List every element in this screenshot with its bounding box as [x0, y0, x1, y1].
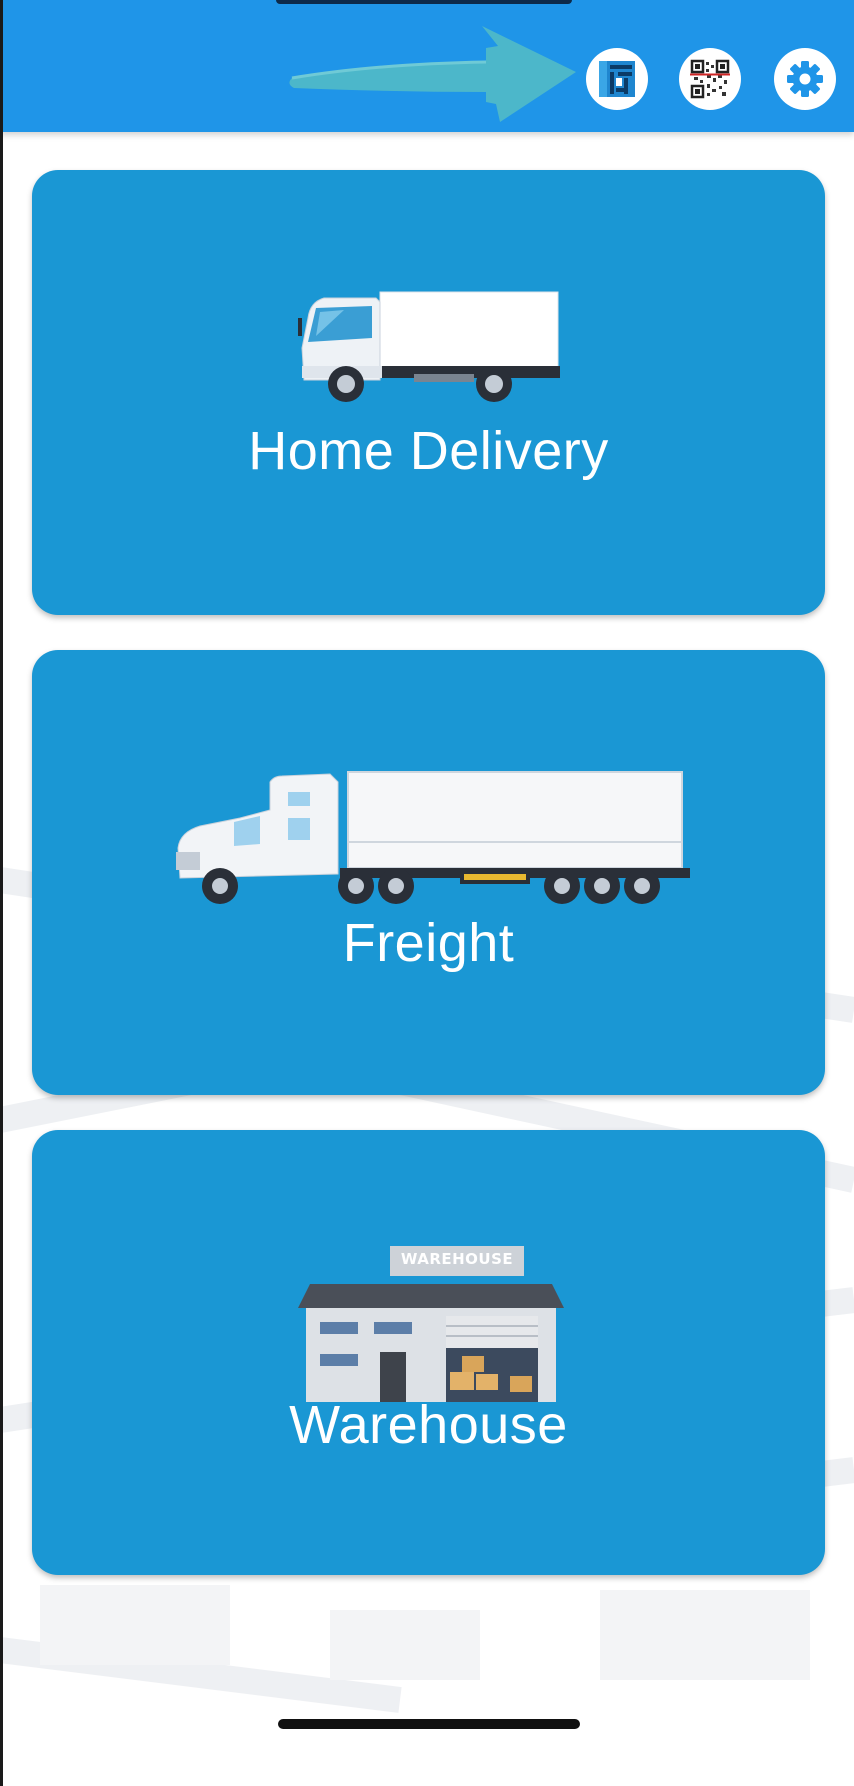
warehouse-icon: WAREHOUSE	[296, 1244, 566, 1404]
home-indicator	[278, 1719, 580, 1729]
warehouse-sign: WAREHOUSE	[400, 1250, 514, 1268]
layout-grid-icon	[599, 61, 635, 97]
box-truck-icon	[298, 291, 560, 402]
window-edge	[0, 0, 3, 1786]
warehouse-card[interactable]: WAREHOUSE Warehouse	[32, 1130, 825, 1575]
warehouse-label: Warehouse	[289, 1395, 568, 1455]
home-delivery-label: Home Delivery	[248, 421, 609, 481]
freight-label: Freight	[342, 913, 515, 973]
settings-button[interactable]	[774, 48, 836, 110]
device-notch	[276, 0, 572, 4]
home-delivery-card[interactable]: Home Delivery	[32, 170, 825, 615]
freight-card[interactable]: Freight	[32, 650, 825, 1095]
qr-code-icon	[690, 59, 730, 99]
gear-icon	[787, 61, 823, 97]
layout-button[interactable]	[586, 48, 648, 110]
semi-truck-icon	[176, 771, 690, 904]
qr-scan-button[interactable]	[679, 48, 741, 110]
app-header	[0, 0, 854, 132]
